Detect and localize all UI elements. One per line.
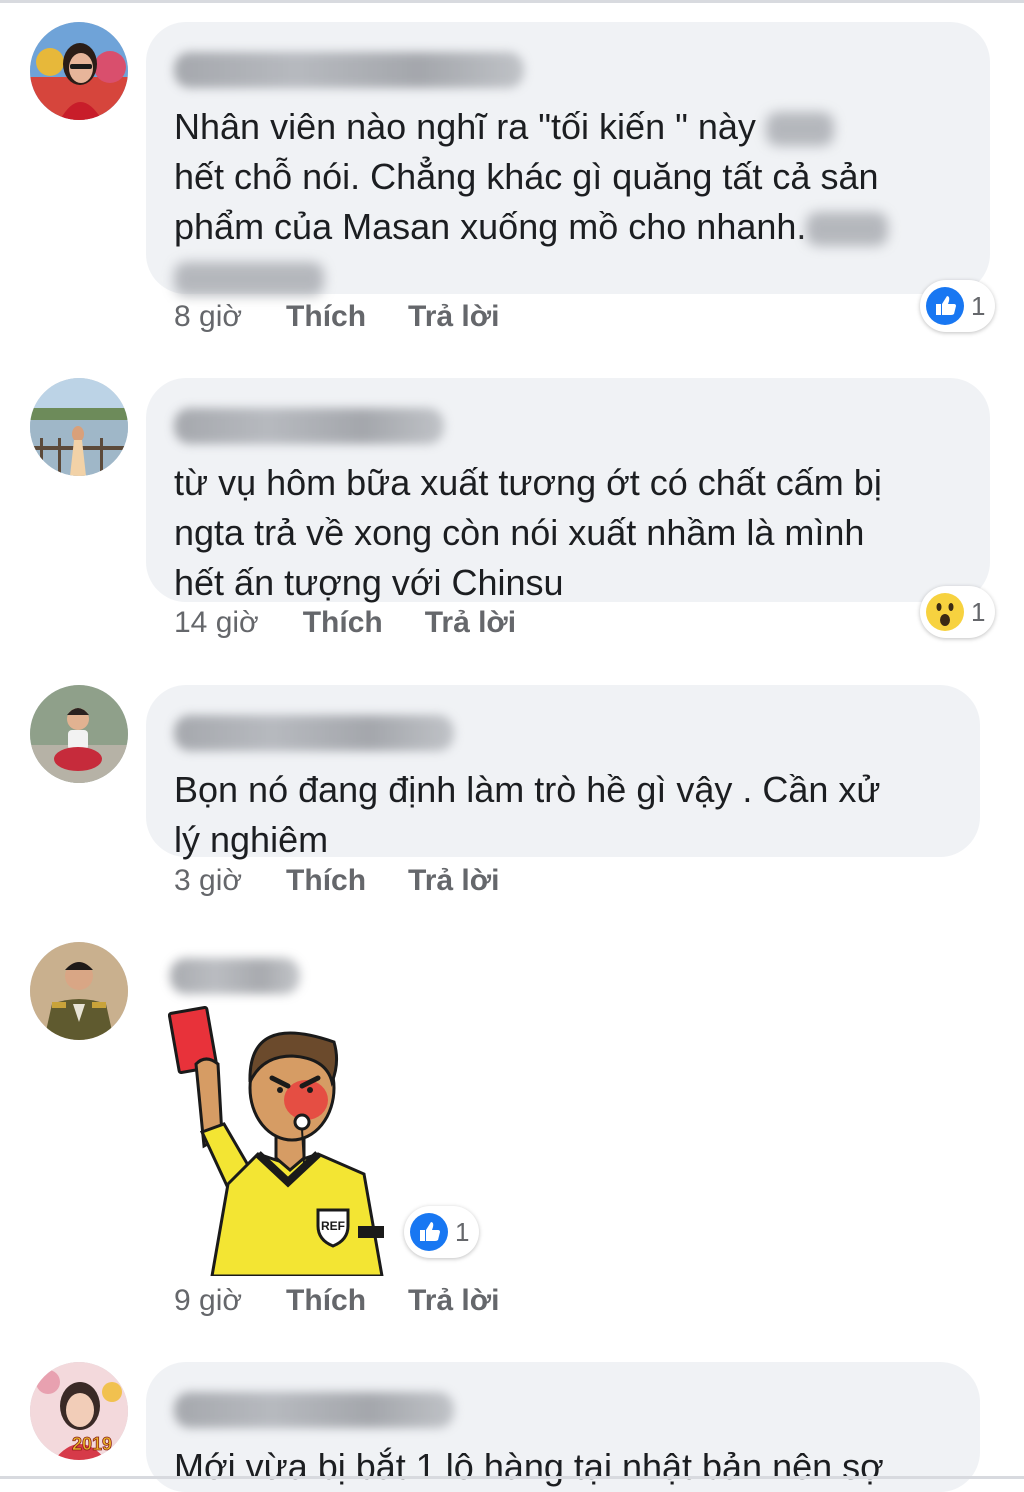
like-button[interactable]: Thích (303, 606, 383, 640)
like-button[interactable]: Thích (286, 300, 366, 334)
reaction-badge[interactable]: 1 (920, 280, 996, 332)
comment-actions: 9 giờ Thích Trả lời (174, 1284, 541, 1318)
avatar[interactable] (30, 378, 128, 476)
redacted-text (765, 112, 834, 147)
comment-actions: 14 giờ Thích Trả lời (174, 606, 558, 640)
comment-bubble: Bọn nó đang định làm trò hề gì vậy . Cần… (146, 685, 980, 860)
comment-time[interactable]: 14 giờ (174, 606, 259, 640)
reaction-badge[interactable]: 1 (404, 1206, 480, 1258)
avatar[interactable] (30, 685, 128, 783)
reply-button[interactable]: Trả lời (408, 300, 499, 334)
redacted-text (174, 262, 324, 297)
comment-text: từ vụ hôm bữa xuất tương ớt có chất cấm … (174, 462, 882, 603)
comment-text: Nhân viên nào nghĩ ra "tối kiến " này hế… (174, 102, 960, 302)
comment-bubble: Mới vừa bị bắt 1 lô hàng tại nhật bản nê… (146, 1362, 980, 1492)
like-button[interactable]: Thích (286, 864, 366, 898)
avatar-photo-child-icon (30, 685, 128, 783)
like-icon (410, 1213, 448, 1251)
comment-actions: 3 giờ Thích Trả lời (174, 864, 541, 898)
comment-text: Bọn nó đang định làm trò hề gì vậy . Cần… (174, 769, 881, 860)
avatar-photo-lake-icon (30, 378, 128, 476)
comment-bubble: Nhân viên nào nghĩ ra "tối kiến " này hế… (146, 22, 990, 297)
comment-time[interactable]: 8 giờ (174, 300, 242, 334)
reaction-count: 1 (455, 1216, 470, 1247)
author-name-redacted[interactable] (174, 1392, 454, 1428)
avatar[interactable]: 2019 (30, 1362, 128, 1460)
wow-icon (926, 593, 964, 631)
author-name-redacted[interactable] (170, 958, 300, 994)
reaction-badge[interactable]: 1 (920, 586, 996, 638)
avatar[interactable] (30, 22, 128, 120)
author-name-redacted[interactable] (174, 52, 524, 88)
reaction-count: 1 (971, 290, 986, 321)
avatar-photo-woman-icon (30, 22, 128, 120)
comment-time[interactable]: 9 giờ (174, 1284, 242, 1318)
reply-button[interactable]: Trả lời (408, 1284, 499, 1318)
avatar-photo-girl-icon: 2019 (30, 1362, 128, 1460)
avatar-badge-text: 2019 (72, 1434, 112, 1454)
like-icon (926, 287, 964, 325)
reaction-count: 1 (971, 596, 986, 627)
reply-button[interactable]: Trả lời (408, 864, 499, 898)
author-name-redacted[interactable] (174, 715, 454, 751)
comment-actions: 8 giờ Thích Trả lời (174, 300, 541, 334)
avatar[interactable] (30, 942, 128, 1040)
comment-bubble: từ vụ hôm bữa xuất tương ớt có chất cấm … (146, 378, 990, 603)
sticker-badge-text: REF (321, 1219, 345, 1233)
like-button[interactable]: Thích (286, 1284, 366, 1318)
author-name-redacted[interactable] (174, 408, 444, 444)
redacted-text (806, 212, 889, 247)
bottom-divider (0, 1476, 1024, 1479)
comment-text-part: Nhân viên nào nghĩ ra "tối kiến " này (174, 106, 766, 147)
comment-time[interactable]: 3 giờ (174, 864, 242, 898)
reply-button[interactable]: Trả lời (425, 606, 516, 640)
avatar-photo-soldier-icon (30, 942, 128, 1040)
comment-text: Mới vừa bị bắt 1 lô hàng tại nhật bản nê… (174, 1446, 884, 1487)
comment-text-part: hết chỗ nói. Chẳng khác gì quăng tất cả … (174, 156, 879, 247)
referee-red-card-sticker: REF (168, 1005, 384, 1276)
top-divider (0, 0, 1024, 3)
